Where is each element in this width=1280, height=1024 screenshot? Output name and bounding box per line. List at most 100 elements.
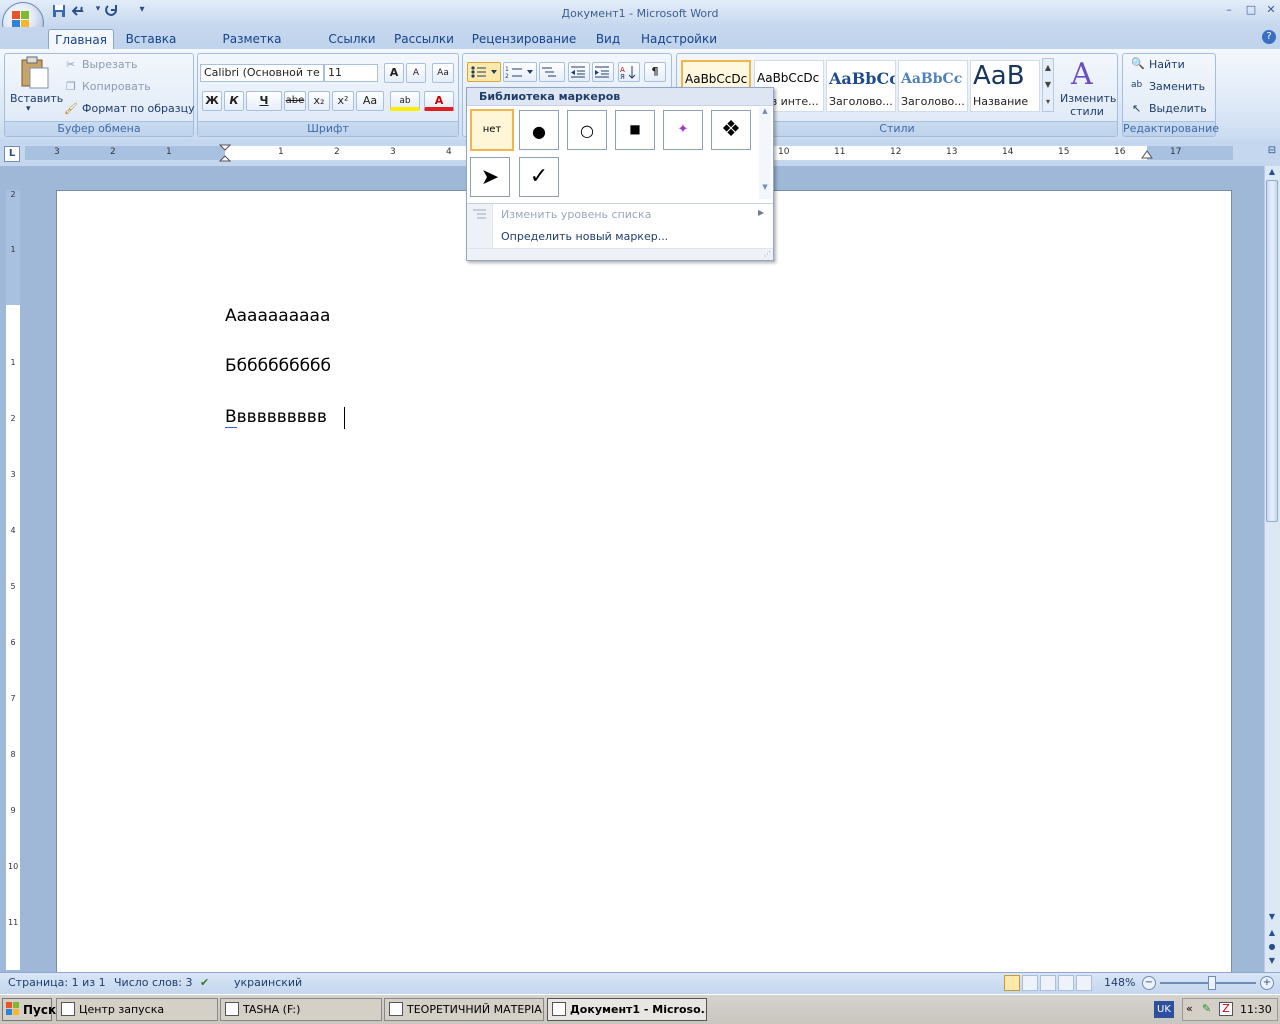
print-layout-view-icon[interactable] xyxy=(1004,975,1020,991)
scroll-up-icon[interactable]: ▲ xyxy=(1266,167,1278,179)
font-color-button[interactable]: A xyxy=(424,91,454,111)
dropdown-resize-bar[interactable] xyxy=(467,248,773,260)
bold-button[interactable]: Ж xyxy=(202,91,222,111)
format-painter-button[interactable]: Формат по образцу xyxy=(82,102,195,115)
zoom-out-icon[interactable]: − xyxy=(1142,976,1156,990)
bullet-arrow[interactable]: ➤ xyxy=(470,157,510,197)
select-browse-object-icon[interactable]: ● xyxy=(1266,942,1278,954)
save-icon[interactable] xyxy=(52,4,68,20)
network-icon[interactable]: ✎ xyxy=(1202,1002,1216,1016)
clear-formatting-button[interactable]: Aa xyxy=(432,63,454,83)
document-line[interactable]: Аааааааааа xyxy=(225,306,330,326)
tab-mailings[interactable]: Рассылки xyxy=(390,29,458,49)
draft-view-icon[interactable] xyxy=(1076,975,1092,991)
style-heading1[interactable]: AaBbCc Заголово... xyxy=(826,60,896,112)
tab-references[interactable]: Ссылки xyxy=(322,29,382,49)
copy-button[interactable]: Копировать xyxy=(82,80,151,93)
security-icon[interactable]: Z xyxy=(1219,1002,1233,1016)
zoom-in-icon[interactable]: + xyxy=(1260,976,1274,990)
taskbar-item[interactable]: TASHA (F:) xyxy=(220,998,382,1021)
resize-grip-icon[interactable]: ⋰ xyxy=(764,250,771,258)
tab-selector-button[interactable]: L xyxy=(4,146,20,162)
help-icon[interactable]: ? xyxy=(1262,30,1276,44)
scrollbar-thumb[interactable] xyxy=(1266,180,1278,522)
bullet-star[interactable]: ✦ xyxy=(663,110,703,150)
redo-icon[interactable] xyxy=(104,4,120,20)
customize-qat-icon[interactable]: ▾ xyxy=(134,4,150,20)
paste-button[interactable]: Вставить xyxy=(10,92,63,105)
undo-icon[interactable] xyxy=(72,4,88,20)
tab-page-layout[interactable]: Разметка страницы xyxy=(190,29,314,60)
language-status[interactable]: украинский xyxy=(234,976,302,989)
bullet-hollow-circle[interactable]: ○ xyxy=(567,110,607,150)
zoom-level[interactable]: 148% xyxy=(1104,976,1135,989)
paste-dropdown-icon[interactable]: ▾ xyxy=(26,104,31,114)
bullet-none[interactable]: нет xyxy=(470,109,514,151)
windows-logo-icon xyxy=(6,1002,20,1016)
indent-marker[interactable] xyxy=(219,144,231,162)
change-styles-button[interactable]: Изменить стили xyxy=(1060,92,1116,118)
language-indicator[interactable]: UK xyxy=(1154,1001,1174,1018)
document-line[interactable]: Вввввввввв xyxy=(225,407,327,427)
bullet-square[interactable]: ■ xyxy=(615,110,655,150)
close-button[interactable]: ✕ xyxy=(1260,3,1280,17)
full-screen-reading-icon[interactable] xyxy=(1022,975,1038,991)
taskbar-item-active[interactable]: Документ1 - Microso... xyxy=(547,998,707,1021)
bullet-diamonds[interactable]: ❖ xyxy=(711,110,751,150)
show-hidden-icons-button[interactable]: « xyxy=(1186,1002,1193,1015)
scroll-down-icon[interactable]: ▼ xyxy=(1266,912,1278,924)
outline-view-icon[interactable] xyxy=(1058,975,1074,991)
tab-addins[interactable]: Надстройки xyxy=(636,29,722,49)
change-list-level-item[interactable]: Изменить уровень списка xyxy=(501,208,651,221)
bullets-button[interactable] xyxy=(467,62,501,82)
view-ruler-icon[interactable]: ⊟ xyxy=(1265,145,1279,161)
find-button[interactable]: Найти xyxy=(1149,58,1185,71)
next-page-icon[interactable]: ▼ xyxy=(1266,956,1278,968)
tab-home[interactable]: Главная xyxy=(48,29,114,49)
increase-indent-button[interactable] xyxy=(592,62,614,82)
paste-icon[interactable] xyxy=(18,56,50,90)
italic-button[interactable]: К xyxy=(224,91,244,111)
multilevel-list-button[interactable] xyxy=(539,62,565,82)
replace-button[interactable]: Заменить xyxy=(1149,80,1205,93)
highlight-button[interactable]: ab xyxy=(390,91,420,111)
strikethrough-button[interactable]: abe xyxy=(284,91,306,111)
web-layout-icon[interactable] xyxy=(1040,975,1056,991)
proofing-icon[interactable]: ✔ xyxy=(200,976,209,989)
styles-gallery-scroll[interactable]: ▲ ▼ ▾ xyxy=(1042,58,1054,112)
bullet-library-scrollbar[interactable]: ▲ ▼ xyxy=(759,107,771,199)
page-count-status[interactable]: Страница: 1 из 1 xyxy=(8,976,106,989)
right-indent-marker[interactable] xyxy=(1141,150,1153,160)
sort-button[interactable]: AЯ xyxy=(618,62,640,82)
select-button[interactable]: Выделить xyxy=(1149,102,1207,115)
bullet-filled-circle[interactable]: ● xyxy=(519,110,559,150)
previous-page-icon[interactable]: ▲ xyxy=(1266,928,1278,940)
document-line[interactable]: Бббббббббб xyxy=(225,356,331,376)
decrease-indent-button[interactable] xyxy=(568,62,590,82)
style-heading2[interactable]: AaBbCc Заголово... xyxy=(898,60,968,112)
font-size-combo[interactable]: 11 xyxy=(324,64,378,82)
grow-font-button[interactable]: A xyxy=(384,63,404,83)
minimize-button[interactable]: – xyxy=(1218,3,1240,17)
clock[interactable]: 11:30 xyxy=(1240,1003,1272,1016)
change-case-button[interactable]: Aa xyxy=(356,91,384,111)
superscript-button[interactable]: x² xyxy=(332,91,354,111)
underline-button[interactable]: Ч xyxy=(246,91,282,111)
taskbar-item[interactable]: ТЕОРЕТИЧНИЙ МАТЕРІА... xyxy=(384,998,544,1021)
cut-button[interactable]: Вырезать xyxy=(82,58,137,71)
numbering-button[interactable]: 12 xyxy=(503,62,537,82)
style-title[interactable]: AaB Название xyxy=(970,60,1040,112)
subscript-button[interactable]: x₂ xyxy=(308,91,330,111)
maximize-button[interactable]: □ xyxy=(1240,3,1262,17)
tab-view[interactable]: Вид xyxy=(588,29,628,49)
show-formatting-button[interactable]: ¶ xyxy=(644,62,666,82)
tab-review[interactable]: Рецензирование xyxy=(468,29,580,49)
taskbar-item[interactable]: Центр запуска xyxy=(56,998,218,1021)
word-count-status[interactable]: Число слов: 3 xyxy=(114,976,193,989)
tab-insert[interactable]: Вставка xyxy=(120,29,182,49)
zoom-slider-thumb[interactable] xyxy=(1208,976,1216,990)
bullet-checkmark[interactable]: ✓ xyxy=(519,157,559,197)
font-name-combo[interactable]: Calibri (Основной те xyxy=(200,64,324,82)
shrink-font-button[interactable]: A xyxy=(406,63,426,83)
define-new-bullet-item[interactable]: Определить новый маркер... xyxy=(501,230,668,243)
